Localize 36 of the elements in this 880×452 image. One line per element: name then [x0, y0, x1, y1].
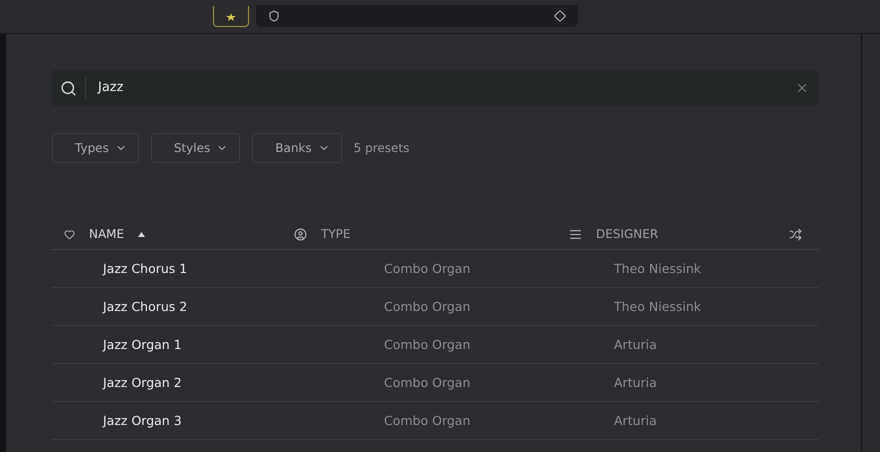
user-circle-icon[interactable]	[294, 228, 307, 240]
column-header[interactable]: TYPE	[321, 227, 350, 241]
preset-type: Combo Organ	[384, 375, 472, 390]
clear-icon[interactable]	[795, 81, 809, 95]
preset-name[interactable]: Jazz Organ 2	[103, 375, 384, 390]
heart-icon[interactable]	[64, 228, 75, 240]
star-icon	[226, 12, 236, 20]
preset-name[interactable]: Jazz Organ 3	[103, 413, 384, 428]
preset-designer: Arturia	[614, 375, 658, 390]
preset-name[interactable]: Jazz Chorus 1	[103, 261, 384, 276]
column-header[interactable]: DESIGNER	[596, 227, 658, 241]
filter-dropdown[interactable]: Styles	[150, 133, 240, 163]
column-header[interactable]: NAME	[89, 227, 124, 241]
preset-designer: Theo Niessink	[614, 261, 702, 276]
diamond-icon	[554, 10, 566, 22]
sort-arrow-icon	[138, 232, 146, 236]
preset-designer: Arturia	[614, 337, 658, 352]
preset-designer: Arturia	[614, 413, 658, 428]
preset-type: Combo Organ	[384, 413, 472, 428]
preset-designer: Theo Niessink	[614, 299, 702, 314]
preset-field[interactable]	[256, 5, 578, 27]
filter-dropdown[interactable]: Types	[52, 133, 139, 163]
shield-icon	[268, 10, 280, 22]
search-query: Jazz	[98, 79, 124, 97]
favorite-button[interactable]	[212, 6, 248, 27]
shuffle-icon[interactable]	[789, 228, 802, 240]
search-icon	[60, 80, 77, 96]
preset-type: Combo Organ	[384, 299, 472, 314]
preset-type: Combo Organ	[384, 337, 472, 352]
preset-name[interactable]: Jazz Organ 1	[103, 337, 384, 352]
preset-count: 5 presets	[354, 141, 410, 155]
preset-name[interactable]: Jazz Chorus 2	[103, 299, 384, 314]
filter-dropdown[interactable]: Banks	[252, 133, 342, 163]
list-icon[interactable]	[569, 228, 582, 240]
search-field[interactable]: Jazz	[52, 70, 819, 106]
preset-type: Combo Organ	[384, 261, 472, 276]
